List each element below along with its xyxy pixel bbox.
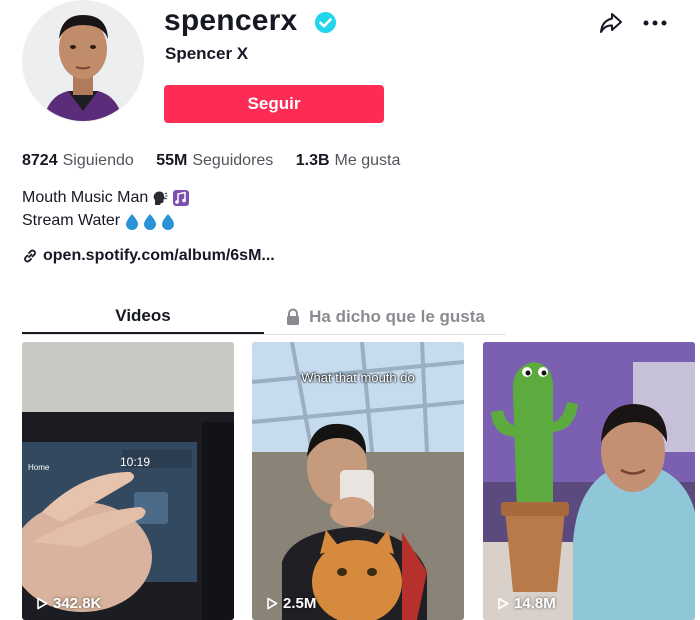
profile-nickname: Spencer X (165, 44, 249, 63)
speaking-head-icon (152, 190, 168, 206)
follow-button[interactable]: Seguir (164, 85, 384, 123)
stat-following[interactable]: 8724 Siguiendo (22, 152, 134, 170)
video-views: 2.5M (266, 595, 316, 612)
profile-link[interactable]: open.spotify.com/album/6sM... (22, 247, 275, 265)
stat-value: 55M (156, 152, 188, 169)
water-drops-icon (124, 212, 178, 230)
more-dots-icon[interactable] (640, 10, 670, 36)
stat-label: Seguidores (192, 152, 274, 169)
stat-label: Siguiendo (62, 152, 134, 169)
bio-line-2: Stream Water (22, 212, 121, 229)
stat-label: Me gusta (334, 152, 401, 169)
link-chain-icon (24, 249, 36, 263)
tab-liked[interactable]: Ha dicho que le gusta (264, 300, 506, 334)
video-thumbnail[interactable]: What that mouth do 2.5M (252, 342, 464, 620)
video-thumbnail[interactable]: 10:19 Home 342.8K (22, 342, 234, 620)
profile-bio: Mouth Music Man Stream Water (22, 186, 190, 232)
bio-line-1: Mouth Music Man (22, 189, 149, 206)
video-views: 14.8M (497, 595, 556, 612)
tab-videos[interactable]: Videos (22, 300, 264, 334)
video-views-count: 14.8M (514, 595, 556, 612)
stat-followers[interactable]: 55M Seguidores (156, 152, 273, 170)
video-views-count: 342.8K (53, 595, 102, 612)
share-arrow-icon[interactable] (598, 10, 624, 36)
play-icon (498, 597, 509, 610)
profile-username: spencerx (164, 4, 298, 37)
stat-value: 1.3B (295, 152, 330, 169)
video-thumbnail[interactable]: 14.8M (483, 342, 695, 620)
profile-tabs: Videos Ha dicho que le gusta (22, 300, 506, 335)
svg-text:10:19: 10:19 (120, 455, 150, 469)
stat-likes: 1.3B Me gusta (296, 152, 401, 170)
video-views: 342.8K (36, 595, 101, 612)
video-thumbnail-image: 10:19 Home (22, 342, 234, 620)
play-icon (267, 597, 278, 610)
svg-text:Home: Home (28, 463, 50, 472)
tab-liked-label: Ha dicho que le gusta (309, 307, 485, 326)
avatar[interactable] (22, 0, 144, 122)
video-caption: What that mouth do (301, 370, 415, 385)
avatar-image (23, 1, 143, 121)
lock-icon (287, 308, 300, 325)
play-icon (37, 597, 48, 610)
verified-badge-icon (315, 12, 336, 33)
profile-stats: 8724 Siguiendo 55M Seguidores 1.3B Me gusta (22, 152, 418, 170)
video-thumbnail-image (483, 342, 695, 620)
stat-value: 8724 (22, 152, 58, 169)
profile-link-text: open.spotify.com/album/6sM... (43, 247, 275, 264)
video-views-count: 2.5M (283, 595, 317, 612)
music-notes-icon (172, 189, 190, 207)
